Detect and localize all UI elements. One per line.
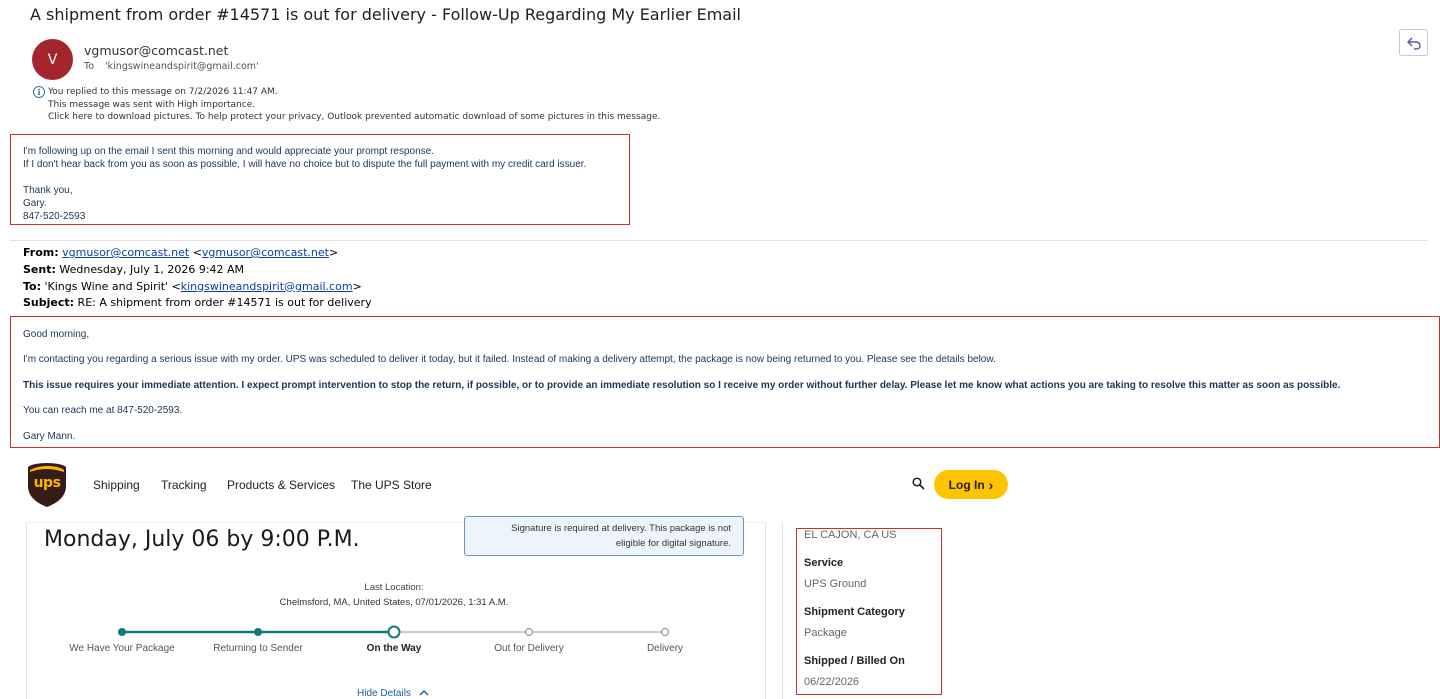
last-location-label: Last Location: bbox=[364, 582, 424, 593]
from-line: From: vgmusor@comcast.net <vgmusor@comca… bbox=[23, 245, 372, 262]
greeting: Good morning, bbox=[23, 329, 90, 340]
search-icon[interactable] bbox=[912, 477, 925, 495]
phone-number: 847-520-2593 bbox=[23, 211, 86, 222]
signature-note: Signature is required at delivery. This … bbox=[464, 516, 744, 556]
body-line: If I don't hear back from you as soon as… bbox=[23, 159, 587, 170]
message-info: You replied to this message on 7/2/2026 … bbox=[48, 86, 660, 124]
from-label: From: bbox=[23, 246, 59, 259]
step-dot-out-for-delivery bbox=[525, 628, 533, 636]
shipped-label: Shipped / Billed On bbox=[804, 655, 905, 667]
nav-shipping[interactable]: Shipping bbox=[93, 478, 140, 492]
estimated-delivery: Monday, July 06 by 9:00 P.M. bbox=[44, 527, 360, 552]
category-label: Shipment Category bbox=[804, 606, 905, 618]
nav-products-services[interactable]: Products & Services bbox=[227, 478, 335, 492]
shipped-value: 06/22/2026 bbox=[804, 676, 860, 688]
body-line: Gary. bbox=[23, 198, 47, 209]
subject-line: Subject: RE: A shipment from order #1457… bbox=[23, 295, 372, 312]
info-icon: i bbox=[33, 86, 45, 98]
service-value: UPS Ground bbox=[804, 578, 867, 590]
from-angle-close: > bbox=[328, 246, 339, 259]
original-paragraph-2: This issue requires your immediate atten… bbox=[23, 380, 1341, 391]
step-delivery: Delivery bbox=[646, 643, 684, 654]
step-on-the-way: On the Way bbox=[366, 643, 422, 654]
note-line: eligible for digital signature. bbox=[615, 538, 731, 549]
step-out-for-delivery: Out for Delivery bbox=[494, 643, 564, 654]
to-value: 'Kings Wine and Spirit' < bbox=[44, 279, 181, 293]
login-label: Log In bbox=[948, 477, 985, 492]
followup-body: I'm following up on the email I sent thi… bbox=[23, 145, 586, 223]
ups-navbar bbox=[0, 452, 1008, 524]
ups-logo-text: UPS bbox=[33, 475, 61, 491]
recipient-line: To 'kingswineandspirit@gmail.com' bbox=[84, 61, 259, 72]
to-close: > bbox=[352, 279, 362, 293]
origin-location: EL CAJON, CA US bbox=[804, 529, 897, 541]
step-dot-returning bbox=[254, 628, 262, 636]
to-label-quoted: To: bbox=[23, 279, 41, 293]
reply-icon bbox=[1406, 37, 1421, 50]
to-line: To: 'Kings Wine and Spirit' <kingswinean… bbox=[23, 279, 372, 296]
email-subject: A shipment from order #14571 is out for … bbox=[30, 5, 741, 24]
body-line: I'm following up on the email I sent thi… bbox=[23, 146, 435, 157]
quoted-message-header: From: vgmusor@comcast.net <vgmusor@comca… bbox=[23, 245, 372, 312]
replied-notice[interactable]: You replied to this message on 7/2/2026 … bbox=[48, 86, 660, 99]
quote-divider bbox=[10, 240, 1428, 241]
recipient-address[interactable]: 'kingswineandspirit@gmail.com' bbox=[105, 61, 259, 72]
from-link[interactable]: vgmusor@comcast.net bbox=[62, 246, 189, 259]
sent-value: Wednesday, July 1, 2026 9:42 AM bbox=[59, 262, 245, 276]
chevron-up-icon bbox=[419, 689, 429, 696]
subject-label: Subject: bbox=[23, 296, 75, 310]
last-location-value: Chelmsford, MA, United States, 07/01/202… bbox=[279, 597, 509, 608]
category-value: Package bbox=[804, 627, 847, 639]
hide-details-link[interactable]: Hide Details bbox=[357, 688, 429, 699]
original-paragraph-1: I'm contacting you regarding a serious i… bbox=[23, 354, 996, 365]
step-have-package: We Have Your Package bbox=[69, 643, 175, 654]
step-returning-to-sender: Returning to Sender bbox=[213, 643, 303, 654]
ups-logo[interactable]: UPS bbox=[27, 462, 67, 513]
nav-tracking[interactable]: Tracking bbox=[161, 478, 207, 492]
step-dot-on-the-way bbox=[387, 625, 401, 639]
nav-ups-store[interactable]: The UPS Store bbox=[351, 478, 432, 492]
from-angle-link[interactable]: vgmusor@comcast.net bbox=[202, 246, 329, 259]
download-pictures-notice[interactable]: Click here to download pictures. To help… bbox=[48, 111, 660, 124]
signature: Gary Mann. bbox=[23, 431, 76, 442]
body-line: Thank you, bbox=[23, 185, 73, 196]
login-button[interactable]: Log In › bbox=[934, 470, 1008, 499]
original-paragraph-3: You can reach me at 847-520-2593. bbox=[23, 405, 183, 416]
importance-notice: This message was sent with High importan… bbox=[48, 99, 256, 110]
note-line: Signature is required at delivery. This … bbox=[511, 523, 731, 534]
step-dot-delivery bbox=[661, 628, 669, 636]
from-angle-open: < bbox=[192, 246, 202, 259]
reply-button[interactable] bbox=[1399, 29, 1428, 56]
to-label: To bbox=[84, 61, 95, 72]
progress-tracker bbox=[118, 625, 669, 639]
service-label: Service bbox=[804, 557, 844, 569]
sent-line: Sent: Wednesday, July 1, 2026 9:42 AM bbox=[23, 262, 372, 279]
hide-details-label: Hide Details bbox=[357, 688, 411, 699]
to-link[interactable]: kingswineandspirit@gmail.com bbox=[181, 280, 353, 293]
avatar[interactable]: V bbox=[32, 39, 73, 80]
step-dot-package bbox=[118, 628, 126, 636]
sender-address[interactable]: vgmusor@comcast.net bbox=[84, 43, 228, 58]
chevron-right-icon: › bbox=[988, 476, 994, 493]
sent-label: Sent: bbox=[23, 262, 56, 276]
subject-value: RE: A shipment from order #14571 is out … bbox=[77, 296, 372, 310]
